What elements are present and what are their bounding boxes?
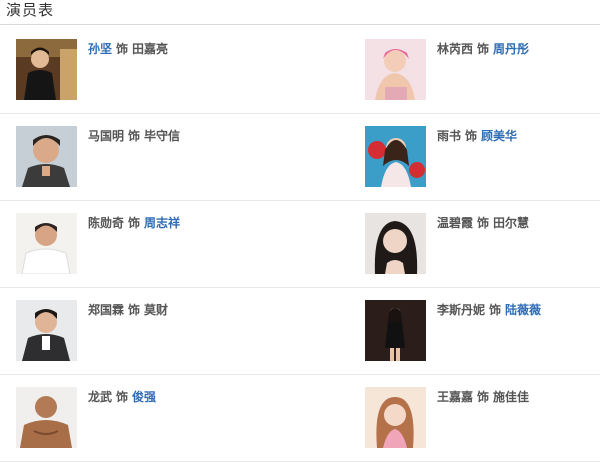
section-title: 演员表 (6, 1, 55, 19)
cast-list: 孙坚饰田嘉亮 林芮西饰周丹彤 马国明 饰 毕守信 雨书 饰 顾美华 陈勋奇 饰 … (0, 27, 600, 462)
actor-name: 雨书 (437, 129, 462, 143)
as-label: 饰 (128, 303, 141, 317)
cast-entry: 李斯丹妮饰陆薇薇 (349, 288, 600, 375)
cast-entry: 林芮西饰周丹彤 (349, 27, 600, 114)
cast-entry: 雨书饰顾美华 (349, 114, 600, 201)
actor-photo-maguoming (16, 126, 77, 187)
cast-entry: 王嘉嘉饰施佳佳 (349, 375, 600, 462)
role-name[interactable]: 陆薇薇 (505, 303, 541, 317)
actor-photo-yushu (365, 126, 426, 187)
role-name: 田尔慧 (493, 216, 530, 230)
actor-photo[interactable] (365, 39, 426, 100)
cast-entry: 龙武饰俊强 (0, 375, 290, 462)
actor-name: 王嘉嘉 (437, 390, 474, 404)
as-label: 饰 (116, 42, 129, 56)
as-label: 饰 (477, 42, 490, 56)
role-name: 田嘉亮 (132, 42, 169, 56)
cast-info: 陈勋奇饰周志祥 (88, 215, 180, 231)
actor-photo[interactable] (16, 300, 77, 361)
cast-info: 龙武饰俊强 (88, 389, 156, 405)
actor-photo[interactable] (365, 126, 426, 187)
cast-row: 龙武饰俊强 王嘉嘉饰施佳佳 (0, 375, 600, 462)
actor-photo-chenxunqi (16, 213, 77, 274)
actor-name: 陈勋奇 (88, 216, 125, 230)
cast-info: 雨书饰顾美华 (437, 128, 517, 144)
as-label: 饰 (489, 303, 502, 317)
cast-row: 陈勋奇饰周志祥 温碧霞饰田尔慧 (0, 201, 600, 288)
cast-info: 林芮西饰周丹彤 (437, 41, 529, 57)
actor-photo[interactable] (16, 213, 77, 274)
cast-entry: 马国明饰毕守信 (0, 114, 290, 201)
actor-photo-linruixi (365, 39, 426, 100)
actor-photo-lisidanni (365, 300, 426, 361)
actor-name: 龙武 (88, 390, 113, 404)
as-label: 饰 (128, 129, 141, 143)
role-name: 毕守信 (144, 129, 181, 143)
role-name[interactable]: 顾美华 (481, 129, 517, 143)
cast-entry: 温碧霞饰田尔慧 (349, 201, 600, 288)
role-name[interactable]: 俊强 (132, 390, 156, 404)
cast-entry: 陈勋奇饰周志祥 (0, 201, 290, 288)
role-name[interactable]: 周丹彤 (493, 42, 529, 56)
as-label: 饰 (477, 390, 490, 404)
actor-name: 郑国霖 (88, 303, 125, 317)
actor-photo-sunjian (16, 39, 77, 100)
actor-photo[interactable] (365, 300, 426, 361)
cast-entry: 郑国霖饰莫财 (0, 288, 290, 375)
actor-photo[interactable] (365, 387, 426, 448)
cast-entry: 孙坚饰田嘉亮 (0, 27, 290, 114)
actor-name: 温碧霞 (437, 216, 474, 230)
cast-row: 孙坚饰田嘉亮 林芮西饰周丹彤 (0, 27, 600, 114)
actor-photo-zhengguolin (16, 300, 77, 361)
as-label: 饰 (477, 216, 490, 230)
actor-photo[interactable] (16, 387, 77, 448)
actor-name: 李斯丹妮 (437, 303, 486, 317)
cast-info: 李斯丹妮饰陆薇薇 (437, 302, 541, 318)
actor-name[interactable]: 孙坚 (88, 42, 112, 56)
cast-info: 王嘉嘉饰施佳佳 (437, 389, 529, 405)
actor-photo-wenbixia (365, 213, 426, 274)
role-name: 莫财 (144, 303, 169, 317)
actor-photo-longwu (16, 387, 77, 448)
actor-name: 林芮西 (437, 42, 474, 56)
as-label: 饰 (116, 390, 129, 404)
cast-info: 马国明饰毕守信 (88, 128, 180, 144)
actor-name: 马国明 (88, 129, 125, 143)
cast-row: 马国明饰毕守信 雨书饰顾美华 (0, 114, 600, 201)
title-divider (0, 24, 600, 25)
role-name: 施佳佳 (493, 390, 530, 404)
actor-photo-wangjiajia (365, 387, 426, 448)
actor-photo[interactable] (365, 213, 426, 274)
cast-info: 温碧霞饰田尔慧 (437, 215, 529, 231)
cast-info: 孙坚饰田嘉亮 (88, 41, 168, 57)
actor-photo[interactable] (16, 39, 77, 100)
cast-row: 郑国霖饰莫财 李斯丹妮饰陆薇薇 (0, 288, 600, 375)
role-name[interactable]: 周志祥 (144, 216, 180, 230)
as-label: 饰 (465, 129, 478, 143)
cast-info: 郑国霖饰莫财 (88, 302, 168, 318)
actor-photo[interactable] (16, 126, 77, 187)
as-label: 饰 (128, 216, 141, 230)
